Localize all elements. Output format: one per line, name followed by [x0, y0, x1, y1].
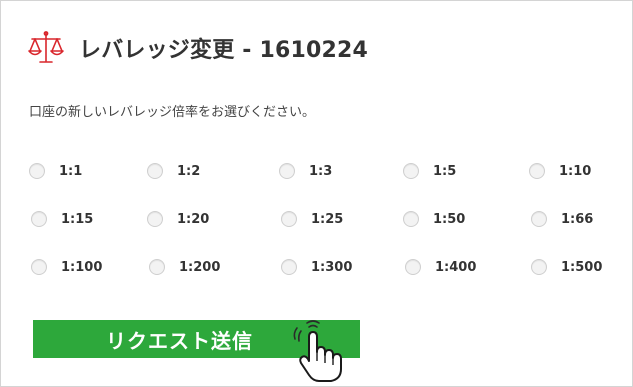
- leverage-option-label: 1:3: [309, 163, 333, 179]
- leverage-option-label: 1:5: [433, 163, 457, 179]
- leverage-option[interactable]: 1:200: [149, 259, 220, 275]
- leverage-option-label: 1:50: [433, 211, 466, 227]
- leverage-option[interactable]: 1:3: [279, 163, 332, 179]
- leverage-option-label: 1:10: [559, 163, 592, 179]
- header: レバレッジ変更 - 1610224: [27, 29, 368, 67]
- radio-button[interactable]: [147, 211, 163, 227]
- radio-button[interactable]: [29, 163, 45, 179]
- instruction-text: 口座の新しいレバレッジ倍率をお選びください。: [29, 105, 316, 120]
- leverage-option[interactable]: 1:20: [147, 211, 209, 227]
- leverage-option[interactable]: 1:5: [403, 163, 456, 179]
- radio-button[interactable]: [281, 211, 297, 227]
- leverage-option[interactable]: 1:500: [531, 259, 602, 275]
- scale-icon: [27, 29, 65, 67]
- leverage-option[interactable]: 1:50: [403, 211, 465, 227]
- page-title: レバレッジ変更 - 1610224: [79, 38, 369, 63]
- leverage-option[interactable]: 1:300: [281, 259, 352, 275]
- leverage-option[interactable]: 1:66: [531, 211, 593, 227]
- radio-button[interactable]: [529, 163, 545, 179]
- leverage-option[interactable]: 1:400: [405, 259, 476, 275]
- radio-button[interactable]: [279, 163, 295, 179]
- hand-pointer-icon: [289, 317, 345, 383]
- leverage-option-label: 1:100: [61, 259, 103, 275]
- radio-button[interactable]: [531, 259, 547, 275]
- leverage-change-panel: レバレッジ変更 - 1610224 口座の新しいレバレッジ倍率をお選びください。…: [0, 0, 633, 387]
- leverage-option-label: 1:15: [61, 211, 94, 227]
- leverage-option-label: 1:200: [179, 259, 221, 275]
- radio-button[interactable]: [405, 259, 421, 275]
- radio-button[interactable]: [31, 259, 47, 275]
- leverage-option[interactable]: 1:100: [31, 259, 102, 275]
- leverage-option-label: 1:1: [59, 163, 83, 179]
- radio-button[interactable]: [281, 259, 297, 275]
- radio-button[interactable]: [149, 259, 165, 275]
- leverage-option[interactable]: 1:1: [29, 163, 82, 179]
- leverage-option-label: 1:25: [311, 211, 344, 227]
- radio-button[interactable]: [31, 211, 47, 227]
- leverage-option-label: 1:300: [311, 259, 353, 275]
- radio-button[interactable]: [147, 163, 163, 179]
- leverage-option-label: 1:2: [177, 163, 201, 179]
- leverage-option[interactable]: 1:10: [529, 163, 591, 179]
- leverage-option-label: 1:66: [561, 211, 594, 227]
- radio-button[interactable]: [531, 211, 547, 227]
- radio-button[interactable]: [403, 163, 419, 179]
- leverage-option[interactable]: 1:15: [31, 211, 93, 227]
- leverage-option-label: 1:400: [435, 259, 477, 275]
- leverage-option[interactable]: 1:25: [281, 211, 343, 227]
- leverage-option[interactable]: 1:2: [147, 163, 200, 179]
- radio-button[interactable]: [403, 211, 419, 227]
- leverage-option-label: 1:500: [561, 259, 603, 275]
- leverage-option-label: 1:20: [177, 211, 210, 227]
